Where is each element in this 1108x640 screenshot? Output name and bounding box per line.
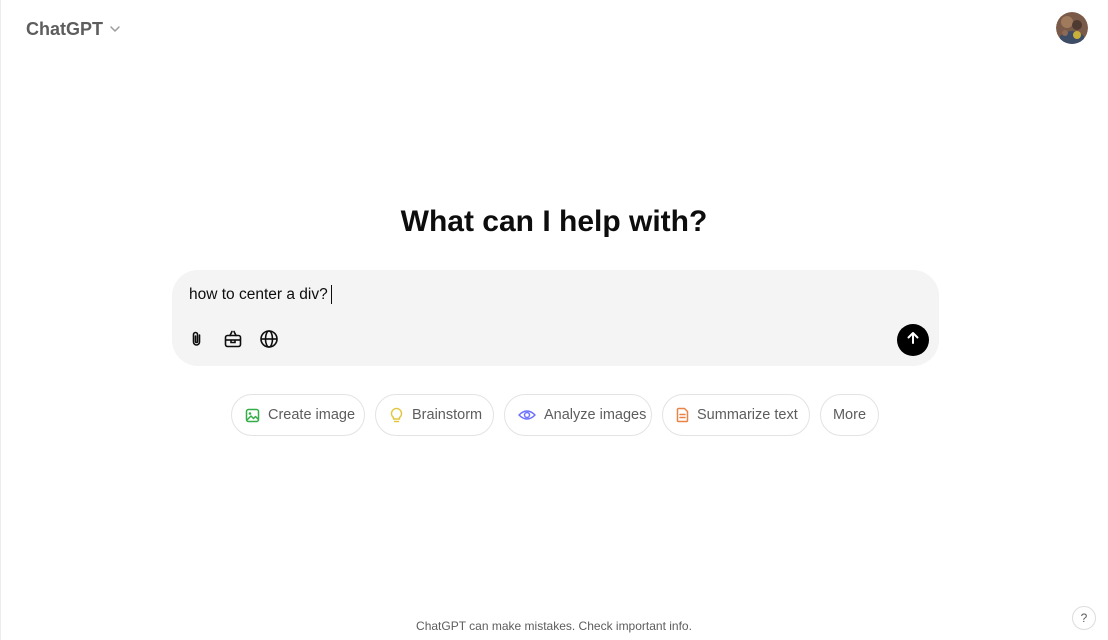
prompt-input[interactable] <box>189 284 889 306</box>
help-button[interactable]: ? <box>1072 606 1096 630</box>
page-title: What can I help with? <box>400 205 708 238</box>
help-label: ? <box>1080 611 1088 625</box>
chip-label: Summarize text <box>697 407 798 423</box>
brainstorm-button[interactable]: Brainstorm <box>375 394 494 436</box>
more-button[interactable]: More <box>820 394 879 436</box>
image-icon <box>245 408 260 423</box>
send-button[interactable] <box>897 324 929 356</box>
arrow-up-icon <box>905 330 921 351</box>
summarize-text-button[interactable]: Summarize text <box>662 394 810 436</box>
chip-label: More <box>832 407 867 423</box>
create-image-button[interactable]: Create image <box>231 394 365 436</box>
avatar[interactable] <box>1056 12 1088 44</box>
web-search-button[interactable] <box>254 326 284 356</box>
model-name: ChatGPT <box>26 18 104 39</box>
disclaimer: ChatGPT can make mistakes. Check importa… <box>416 619 692 633</box>
eye-icon <box>518 408 536 422</box>
attach-button[interactable] <box>182 326 212 356</box>
document-icon <box>676 407 689 423</box>
composer <box>172 270 939 366</box>
tools-button[interactable] <box>218 326 248 356</box>
globe-icon <box>259 329 279 354</box>
chip-label: Create image <box>268 407 356 423</box>
sidebar-edge <box>0 0 1 640</box>
lightbulb-icon <box>389 407 404 424</box>
chip-label: Analyze images <box>544 407 647 423</box>
analyze-images-button[interactable]: Analyze images <box>504 394 652 436</box>
paperclip-icon <box>187 329 207 354</box>
toolbox-icon <box>223 329 243 354</box>
model-switcher[interactable]: ChatGPT <box>18 14 129 44</box>
chevron-down-icon <box>109 23 121 35</box>
text-caret <box>331 285 332 304</box>
chip-label: Brainstorm <box>412 407 483 423</box>
